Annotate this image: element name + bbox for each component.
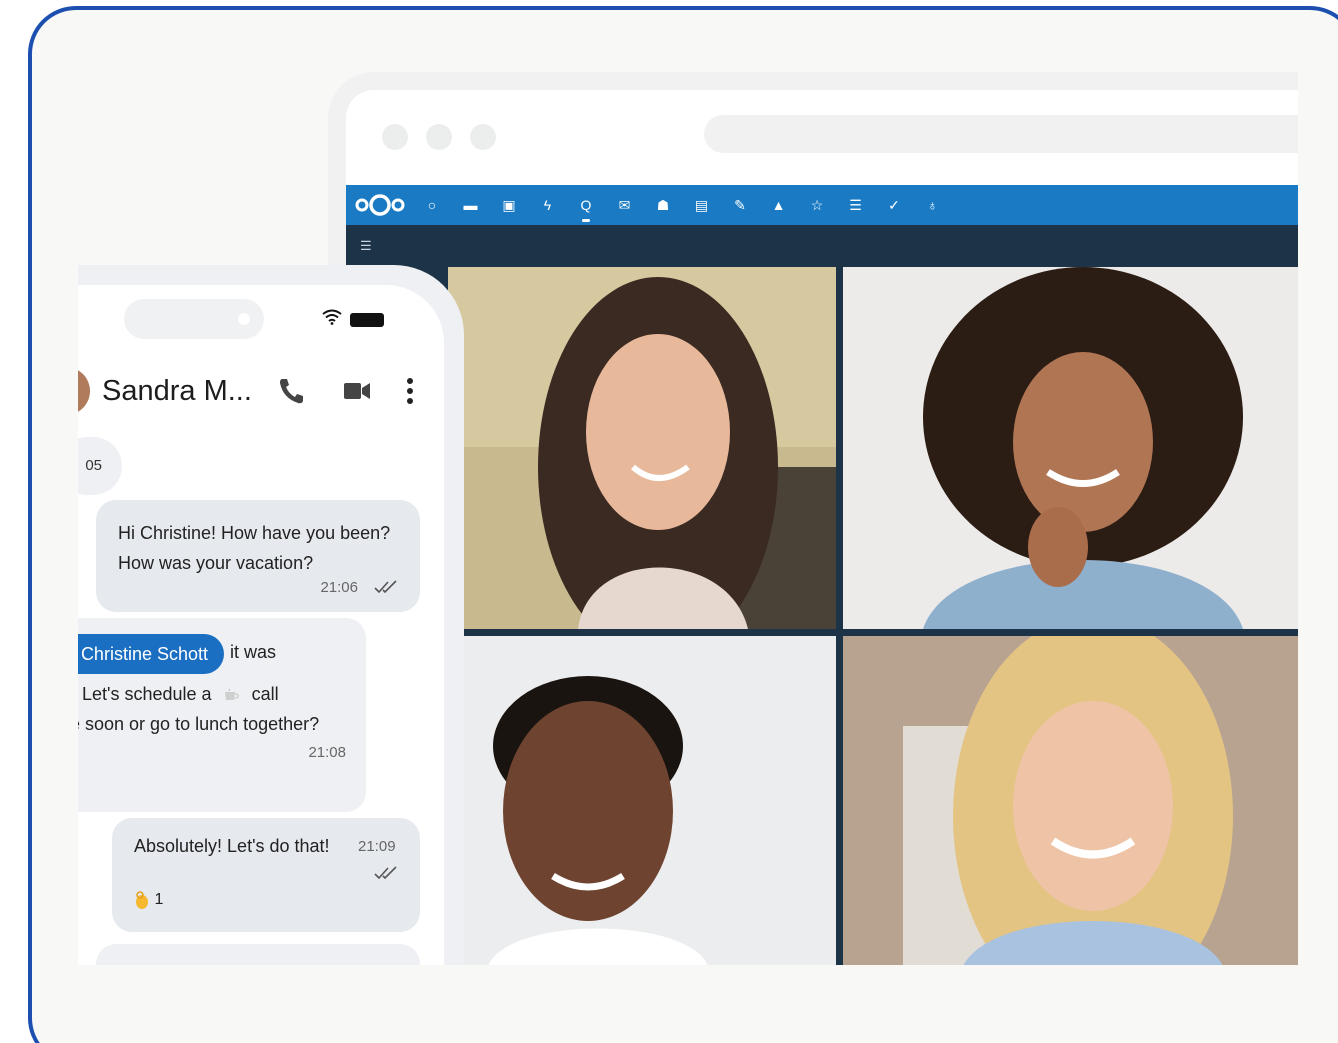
files-icon[interactable]: ▬ <box>461 195 481 215</box>
reaction-count: 1 <box>154 891 164 909</box>
phone-call-icon[interactable] <box>278 377 304 405</box>
message-time: 21:06 <box>320 579 358 596</box>
contacts-icon[interactable]: ☗ <box>653 195 673 215</box>
browser-title-bar <box>346 90 1298 185</box>
phone-notch <box>124 299 264 339</box>
read-receipt-icon <box>374 580 397 594</box>
message-bubble[interactable]: Christine Schott it was Let's schedule a… <box>78 618 366 812</box>
message-text: e soon or go to lunch together? <box>78 714 320 734</box>
hamburger-menu-icon[interactable]: ☰ <box>360 237 378 255</box>
message-text-part: Let's schedule a <box>82 684 212 704</box>
talk-icon[interactable]: Q <box>576 195 596 222</box>
deck-icon[interactable]: ▲ <box>769 195 789 215</box>
ok-hand-emoji-icon <box>136 891 148 909</box>
read-receipt-icon <box>374 866 397 880</box>
activity-icon[interactable]: ϟ <box>538 195 558 215</box>
mail-icon[interactable]: ✉ <box>615 195 635 215</box>
phone-device: Sandra M... 05 Hi Christine! How have yo… <box>78 265 464 965</box>
nextcloud-header: ○ ▬ ▣ ϟ Q ✉ ☗ ▤ ✎ ▲ ☆ ☰ ✓ ♁ <box>346 185 1298 225</box>
message-bubble-partial <box>96 944 420 965</box>
phone-screen: Sandra M... 05 Hi Christine! How have yo… <box>78 285 444 965</box>
message-time: 21:08 <box>308 744 346 761</box>
message-text: Let's schedule a call <box>82 684 279 705</box>
window-close-dot[interactable] <box>382 124 408 150</box>
participant-2-video[interactable] <box>843 267 1298 629</box>
mention-chip[interactable]: Christine Schott <box>78 634 224 674</box>
message-text: Hi Christine! How have you been? How was… <box>118 523 391 573</box>
participant-4-video[interactable] <box>843 636 1298 965</box>
wifi-icon <box>322 309 342 325</box>
window-maximize-dot[interactable] <box>470 124 496 150</box>
message-text: Absolutely! Let's do that! <box>134 836 330 856</box>
dashboard-icon[interactable]: ○ <box>422 195 442 215</box>
contact-name: Sandra M... <box>102 375 252 407</box>
nextcloud-logo-icon[interactable] <box>354 192 406 218</box>
avatar[interactable] <box>78 367 90 415</box>
message-bubble[interactable]: Absolutely! Let's do that! 21:09 1 <box>112 818 420 932</box>
call-top-bar: ☰ <box>346 225 1298 267</box>
maps-icon[interactable]: ♁ <box>923 195 943 215</box>
window-minimize-dot[interactable] <box>426 124 452 150</box>
address-bar[interactable] <box>704 115 1298 153</box>
participant-3-video[interactable] <box>448 636 836 965</box>
tasks-icon[interactable]: ✓ <box>884 195 904 215</box>
tasks-list-icon[interactable]: ☰ <box>846 195 866 215</box>
video-call-grid <box>346 267 1298 965</box>
chat-date-chip: 05 <box>78 437 122 495</box>
notes-icon[interactable]: ✎ <box>730 195 750 215</box>
photos-icon[interactable]: ▣ <box>499 195 519 215</box>
favorites-icon[interactable]: ☆ <box>807 195 827 215</box>
browser-window: ○ ▬ ▣ ϟ Q ✉ ☗ ▤ ✎ ▲ ☆ ☰ ✓ ♁ ☰ <box>328 72 1298 965</box>
message-time: 21:09 <box>358 838 396 855</box>
participant-1-video[interactable] <box>448 267 836 629</box>
coffee-emoji-icon <box>224 688 239 701</box>
message-text-part: call <box>251 684 279 704</box>
calendar-icon[interactable]: ▤ <box>692 195 712 215</box>
message-bubble[interactable]: Hi Christine! How have you been? How was… <box>96 500 420 612</box>
front-camera <box>238 313 250 325</box>
reaction-badge[interactable]: 1 <box>134 890 163 910</box>
message-text: it was <box>230 642 277 662</box>
battery-icon <box>350 313 384 327</box>
video-call-icon[interactable] <box>344 382 370 400</box>
more-options-icon[interactable] <box>406 377 414 405</box>
